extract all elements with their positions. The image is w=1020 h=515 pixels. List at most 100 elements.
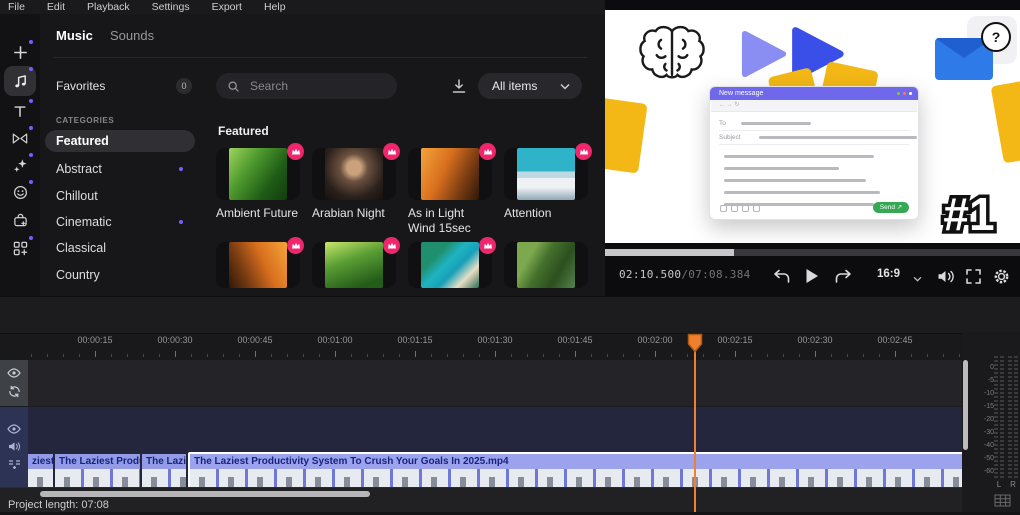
track-overlay-header <box>0 360 28 406</box>
ruler-minor-tick <box>591 354 592 357</box>
timecode-display: 02:10.500/07:08.384 <box>619 268 751 281</box>
ruler-minor-tick <box>847 354 848 357</box>
music-card[interactable] <box>216 237 304 288</box>
menu-item-playback[interactable]: Playback <box>87 1 130 13</box>
chevron-down-icon[interactable] <box>905 267 929 291</box>
ruler-minor-tick <box>943 354 944 357</box>
sidebar-item-import[interactable] <box>4 39 36 65</box>
sidebar-item-stickers[interactable] <box>4 179 36 205</box>
download-icon[interactable] <box>450 78 470 96</box>
sidebar-item-portrait[interactable] <box>4 207 36 233</box>
linked-clip-icon[interactable] <box>8 459 21 470</box>
sidebar-item-effects[interactable] <box>4 152 36 178</box>
plus-icon <box>13 45 27 59</box>
new-content-dot <box>29 40 33 44</box>
ruler-minor-tick <box>607 354 608 357</box>
ruler-major-tick <box>415 351 416 357</box>
ruler-major-tick <box>575 351 576 357</box>
project-length-label: Project length: 07:08 <box>8 499 109 511</box>
category-item-country[interactable]: Country <box>45 264 195 286</box>
ruler-minor-tick <box>623 354 624 357</box>
ruler-label: 00:02:30 <box>797 335 833 345</box>
ruler-label: 00:01:15 <box>397 335 433 345</box>
track-video-header <box>0 407 28 487</box>
ruler-major-tick <box>175 351 176 357</box>
track-overlay <box>0 360 962 406</box>
filter-dropdown[interactable]: All items <box>478 73 582 99</box>
sidebar-item-titles[interactable] <box>4 98 36 124</box>
skip-forward-icon[interactable] <box>831 264 855 288</box>
search-box[interactable] <box>216 73 397 99</box>
music-card-thumbnail <box>504 242 588 288</box>
eye-icon[interactable] <box>7 424 21 434</box>
skip-back-icon[interactable] <box>769 264 793 288</box>
search-input[interactable] <box>248 78 382 94</box>
new-content-dot <box>179 220 183 224</box>
music-card[interactable] <box>312 237 400 288</box>
status-bar: Project length: 07:08 <box>0 487 962 513</box>
preview-seekbar[interactable] <box>605 249 1020 256</box>
aspect-ratio-value[interactable]: 16:9 <box>877 268 900 280</box>
category-item-featured[interactable]: Featured <box>45 130 195 152</box>
speaker-icon[interactable] <box>8 441 21 452</box>
ruler-major-tick <box>255 351 256 357</box>
playback-controls: 02:10.500/07:08.384 16:9 <box>605 256 1020 296</box>
email-window-toolbar: ← → ↻ <box>711 100 917 112</box>
sidebar-item-audio[interactable] <box>4 66 36 96</box>
timeline-ruler[interactable]: 00:00:15 00:00:30 00:00:45 00:01:00 00:01:15… <box>28 332 962 360</box>
ruler-minor-tick <box>287 354 288 357</box>
bag-plus-icon <box>13 213 27 226</box>
new-content-dot <box>179 167 183 171</box>
eye-icon[interactable] <box>7 368 21 378</box>
ruler-minor-tick <box>31 354 32 357</box>
link-clips-icon[interactable] <box>8 385 21 398</box>
playhead-handle[interactable] <box>687 333 703 353</box>
category-item-classical[interactable]: Classical <box>45 237 195 259</box>
ruler-minor-tick <box>719 354 720 357</box>
category-item-chillout[interactable]: Chillout <box>45 185 195 207</box>
music-card[interactable]: Arabian Night <box>312 143 400 236</box>
menu-item-settings[interactable]: Settings <box>152 1 190 13</box>
menu-item-edit[interactable]: Edit <box>47 1 65 13</box>
music-card[interactable] <box>504 242 588 288</box>
ruler-minor-tick <box>303 354 304 357</box>
ruler-minor-tick <box>527 354 528 357</box>
play-button-icon[interactable] <box>800 264 824 288</box>
playhead-line[interactable] <box>694 351 696 512</box>
filter-value: All items <box>492 79 538 93</box>
music-card-title: Attention <box>504 206 552 220</box>
db-label: -5 <box>987 377 994 384</box>
volume-icon[interactable] <box>934 264 958 288</box>
audio-meters-panel: 0 -5 -10 -15 -20 -30 -40 -50 -60 L R <box>962 332 1020 515</box>
new-content-dot <box>29 99 33 103</box>
new-content-dot <box>29 180 33 184</box>
ruler-minor-tick <box>207 354 208 357</box>
timeline-horizontal-scrollbar[interactable] <box>40 491 370 497</box>
category-item-abstract[interactable]: Abstract <box>45 158 195 180</box>
favorites-count-badge: 0 <box>176 78 192 94</box>
menu-item-file[interactable]: File <box>8 1 25 13</box>
ruler-minor-tick <box>511 354 512 357</box>
tab-sounds[interactable]: Sounds <box>110 28 154 43</box>
favorites-label: Favorites <box>56 79 106 93</box>
music-card[interactable]: Attention <box>504 143 592 236</box>
mixer-grid-icon[interactable] <box>994 494 1011 507</box>
question-badge-graphic: ? <box>981 22 1011 52</box>
music-card[interactable]: As in Light Wind 15sec <box>408 143 496 236</box>
timeline-vertical-scrollbar[interactable] <box>963 360 968 450</box>
music-card[interactable] <box>408 237 496 288</box>
ruler-minor-tick <box>639 354 640 357</box>
ruler-minor-tick <box>143 354 144 357</box>
sidebar-item-transitions[interactable] <box>4 125 36 151</box>
music-card[interactable]: Ambient Future <box>216 143 304 236</box>
new-content-dot <box>29 67 33 71</box>
sidebar-item-more-tools[interactable] <box>4 235 36 261</box>
tab-music[interactable]: Music <box>56 28 93 43</box>
menu-item-help[interactable]: Help <box>264 1 286 13</box>
fullscreen-icon[interactable] <box>961 264 985 288</box>
favorites-row[interactable]: Favorites 0 <box>46 76 196 96</box>
gear-icon[interactable] <box>989 264 1013 288</box>
category-item-cinematic[interactable]: Cinematic <box>45 211 195 233</box>
db-label: -15 <box>983 403 994 410</box>
menu-item-export[interactable]: Export <box>212 1 242 13</box>
